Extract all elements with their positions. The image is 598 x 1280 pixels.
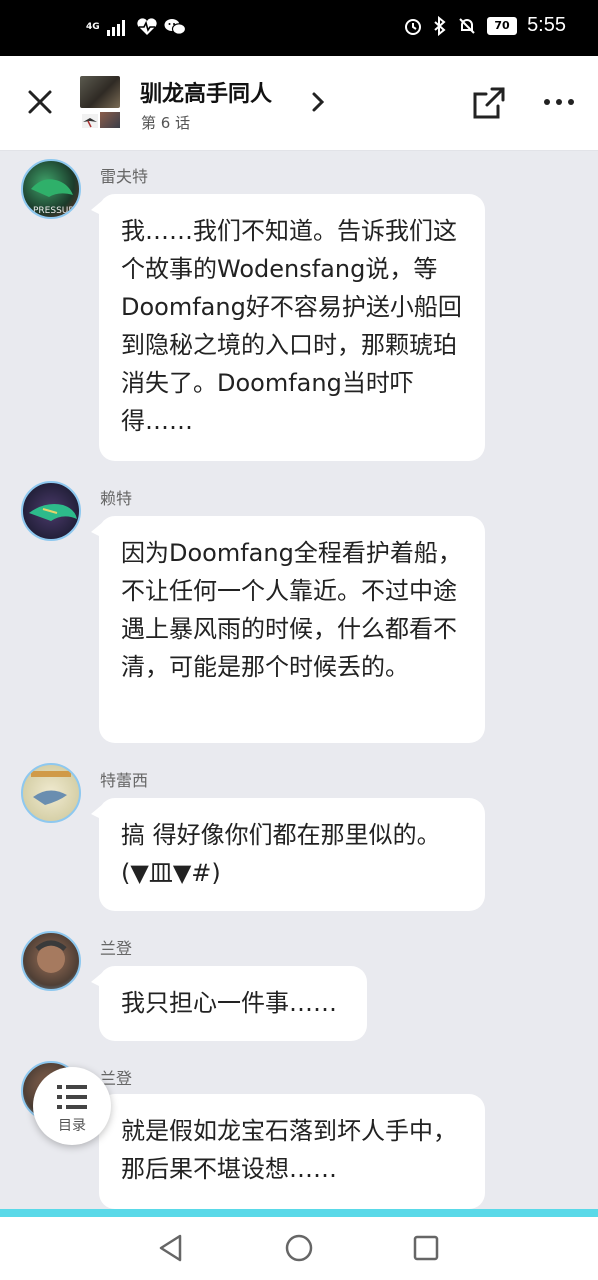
message-author: 兰登: [100, 939, 133, 958]
message-author: 雷夫特: [100, 167, 149, 186]
list-icon: [57, 1085, 87, 1109]
share-icon[interactable]: [470, 84, 508, 122]
status-right: 70 5:55: [403, 14, 566, 37]
toc-label: 目录: [58, 1118, 86, 1134]
message-bubble: 搞 得好像你们都在那里似的。(▼皿▼#): [91, 798, 485, 911]
comic-cover-image[interactable]: [80, 76, 120, 108]
battery-icon: 70: [487, 16, 518, 35]
message-bubble: 我……我们不知道。告诉我们这个故事的Wodensfang说，等Doomfang好…: [91, 194, 485, 461]
page-title[interactable]: 驯龙高手同人: [140, 76, 272, 108]
chat-area: PRESSURE 雷夫特 我……我们不知道。告诉我们这个故事的Wodensfan…: [0, 151, 598, 1209]
more-options-icon[interactable]: [542, 88, 576, 116]
close-icon[interactable]: [24, 86, 56, 118]
message-bubble: 就是假如龙宝石落到坏人手中，那后果不堪设想……: [91, 1094, 485, 1209]
reading-progress-bar: [0, 1209, 598, 1217]
message-author: 特蕾西: [100, 771, 149, 790]
network-type: 4G: [86, 21, 100, 32]
bluetooth-icon: [434, 15, 446, 36]
chevron-right-icon[interactable]: [310, 90, 326, 114]
episode-label: 第 6 话: [141, 114, 191, 132]
back-icon[interactable]: [157, 1233, 185, 1263]
clock: 5:55: [527, 14, 566, 36]
status-left: 4G: [86, 18, 186, 36]
message-author: 赖特: [100, 489, 133, 508]
home-icon[interactable]: [284, 1233, 314, 1263]
avatar[interactable]: [21, 481, 81, 541]
app-header: 驯龙高手同人 第 6 话: [0, 56, 598, 151]
status-bar: 4G 70 5:55: [0, 0, 598, 56]
cover-thumbnail-character: [100, 112, 120, 128]
table-of-contents-button[interactable]: 目录: [33, 1067, 111, 1145]
cover-thumbnail-dragon: [82, 114, 98, 128]
heart-pulse-icon: [137, 18, 157, 35]
recent-apps-icon[interactable]: [412, 1234, 440, 1262]
system-nav-bar: [0, 1217, 598, 1280]
wechat-icon: [164, 19, 186, 35]
signal-icon: [106, 20, 125, 36]
avatar[interactable]: [21, 763, 81, 823]
alarm-icon: [405, 18, 422, 35]
message-bubble: 我只担心一件事……: [91, 966, 367, 1041]
mute-bell-icon: [459, 17, 475, 34]
svg-text:PRESSURE: PRESSURE: [33, 206, 79, 216]
avatar[interactable]: PRESSURE: [21, 159, 81, 219]
message-bubble: 因为Doomfang全程看护着船，不让任何一个人靠近。不过中途遇上暴风雨的时候，…: [91, 516, 485, 743]
avatar[interactable]: [21, 931, 81, 991]
network-label: 4G: [86, 21, 100, 32]
